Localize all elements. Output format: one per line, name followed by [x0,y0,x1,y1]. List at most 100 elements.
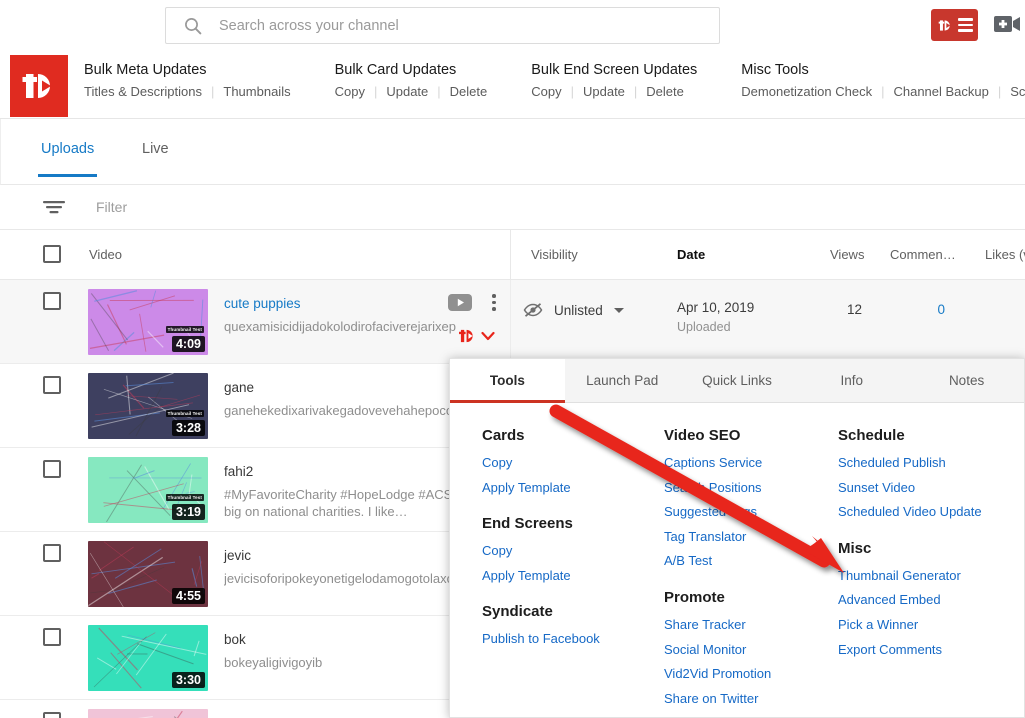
tools-link-social-monitor[interactable]: Social Monitor [664,642,771,658]
tools-group-syndicate: SyndicatePublish to Facebook [482,603,600,647]
video-description: quexamisicidijadokolodirofaciverejarixep [224,318,496,335]
nav-group-title: Bulk Card Updates [335,62,488,78]
video-add-icon[interactable] [993,12,1021,36]
tools-link-captions-service[interactable]: Captions Service [664,455,771,471]
tubebuddy-brand-logo[interactable] [10,55,68,117]
video-thumbnail[interactable]: Thumbnail Test3:19 [88,457,208,523]
tab-uploads[interactable]: Uploads [41,141,94,177]
tools-group-title: Cards [482,427,600,444]
tools-link-vid2vid-promotion[interactable]: Vid2Vid Promotion [664,666,771,682]
video-thumbnail[interactable]: 3:30 [88,625,208,691]
filter-bar: Filter [0,185,1025,230]
row-more-menu-icon[interactable] [486,292,502,313]
nav-link[interactable]: Demonetization Check [741,84,872,99]
tools-group-cards: Cards Copy Apply Template [482,427,600,495]
tools-column-3: ScheduleScheduled PublishSunset VideoSch… [838,427,982,657]
thumbnail-test-label: Thumbnail Test [166,494,204,501]
nav-group-2: Bulk End Screen UpdatesCopy|Update|Delet… [531,62,697,99]
views-value: 12 [812,302,862,317]
nav-separator: | [437,84,440,99]
column-header-likes[interactable]: Likes (v [985,247,1025,262]
tools-link-search-positions[interactable]: Search Positions [664,480,771,496]
chevron-down-icon[interactable] [614,308,624,313]
tools-group-end-screens: End ScreensCopyApply Template [482,515,600,583]
tools-link-suggested-tags[interactable]: Suggested Tags [664,504,771,520]
select-all-checkbox[interactable] [43,245,61,263]
nav-group-0: Bulk Meta Updates Titles & Descriptions|T… [84,62,291,99]
date-value: Apr 10, 2019 [677,300,754,315]
search-input[interactable] [217,8,719,43]
popup-tab-launch-pad[interactable]: Launch Pad [565,359,680,402]
tools-link-advanced-embed[interactable]: Advanced Embed [838,592,982,608]
row-checkbox[interactable] [43,712,61,718]
thumbnail-test-label: Thumbnail Test [166,410,204,417]
popup-tab-quick-links[interactable]: Quick Links [680,359,795,402]
tools-link-share-tracker[interactable]: Share Tracker [664,617,771,633]
video-duration: 3:30 [172,672,205,688]
row-checkbox[interactable] [43,628,61,646]
row-checkbox[interactable] [43,376,61,394]
nav-link-row: Titles & Descriptions|Thumbnails [84,84,291,99]
column-header-date[interactable]: Date [677,247,705,262]
table-row[interactable]: Thumbnail Test4:09cute puppiesquexamisic… [0,280,1025,364]
tubebuddy-row-button[interactable] [458,328,495,344]
nav-link[interactable]: Thumbnails [223,84,290,99]
popup-tab-info[interactable]: Info [794,359,909,402]
top-search-bar [0,0,1025,55]
row-checkbox[interactable] [43,292,61,310]
tools-link-thumbnail-generator[interactable]: Thumbnail Generator [838,568,982,584]
header-divider [510,230,511,280]
nav-link[interactable]: Delete [646,84,684,99]
tools-link-tag-translator[interactable]: Tag Translator [664,529,771,545]
tools-link-a-b-test[interactable]: A/B Test [664,553,771,569]
nav-link[interactable]: Copy [531,84,561,99]
column-header-views[interactable]: Views [830,247,864,262]
nav-separator: | [881,84,884,99]
video-thumbnail[interactable]: Thumbnail Test4:09 [88,289,208,355]
popup-tab-notes[interactable]: Notes [909,359,1024,402]
nav-link[interactable]: Delete [450,84,488,99]
comments-value[interactable]: 0 [900,302,945,317]
tools-link-apply-template[interactable]: Apply Template [482,568,600,584]
nav-group-title: Misc Tools [741,62,1025,78]
popup-tab-tools[interactable]: Tools [450,359,565,402]
table-header-row: Video Visibility Date Views Commen… Like… [0,230,1025,280]
tools-link-pick-a-winner[interactable]: Pick a Winner [838,617,982,633]
column-header-video[interactable]: Video [89,247,122,262]
nav-link[interactable]: Copy [335,84,365,99]
nav-link[interactable]: Titles & Descriptions [84,84,202,99]
tools-link-apply-template[interactable]: Apply Template [482,480,600,496]
tools-link-copy[interactable]: Copy [482,543,600,559]
column-header-comments[interactable]: Commen… [890,247,956,262]
nav-link[interactable]: Update [583,84,625,99]
tools-link-scheduled-publish[interactable]: Scheduled Publish [838,455,982,471]
channel-search-box[interactable] [165,7,720,44]
tools-link-share-on-twitter[interactable]: Share on Twitter [664,691,771,707]
row-checkbox[interactable] [43,460,61,478]
tools-link-export-comments[interactable]: Export Comments [838,642,982,658]
tab-live[interactable]: Live [142,141,169,177]
youtube-play-icon[interactable] [448,294,472,311]
nav-link[interactable]: Channel Backup [893,84,988,99]
filter-icon[interactable] [43,199,65,220]
tubebuddy-menu-button[interactable] [931,9,978,41]
tubebuddy-logo-icon [937,17,954,34]
thumbnail-test-label: Thumbnail Test [166,326,204,333]
tools-link-sunset-video[interactable]: Sunset Video [838,480,982,496]
tools-link-publish-to-facebook[interactable]: Publish to Facebook [482,631,600,647]
filter-input[interactable]: Filter [96,199,127,215]
video-thumbnail[interactable]: Thumbnail Test3:28 [88,373,208,439]
nav-group-title: Bulk Meta Updates [84,62,291,78]
row-divider [510,280,511,364]
column-header-visibility[interactable]: Visibility [531,247,578,262]
tools-group-video-seo: Video SEOCaptions ServiceSearch Position… [664,427,771,569]
nav-link[interactable]: Sche [1010,84,1025,99]
tools-link-copy[interactable]: Copy [482,455,600,471]
row-checkbox[interactable] [43,544,61,562]
nav-link[interactable]: Update [386,84,428,99]
tools-group-promote: PromoteShare TrackerSocial MonitorVid2Vi… [664,589,771,706]
video-thumbnail[interactable] [88,709,208,718]
video-thumbnail[interactable]: 4:55 [88,541,208,607]
visibility-cell[interactable]: Unlisted [523,302,624,318]
tools-link-scheduled-video-update[interactable]: Scheduled Video Update [838,504,982,520]
